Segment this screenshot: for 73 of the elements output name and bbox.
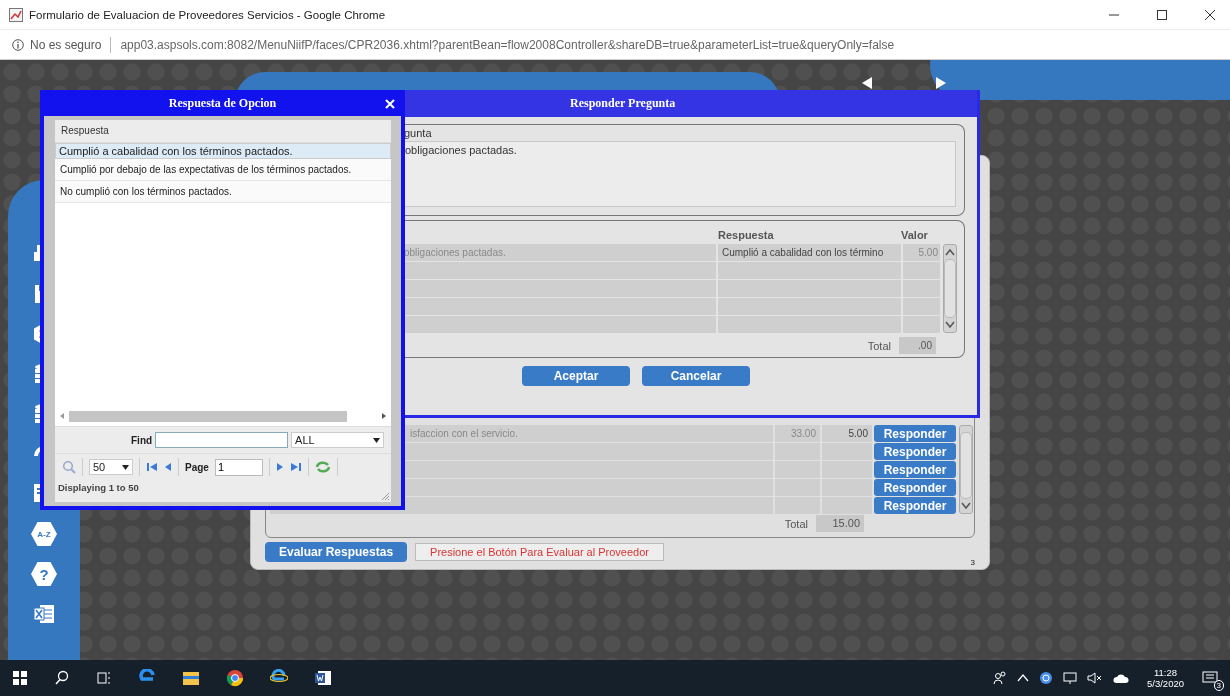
legend-label: gunta (404, 127, 433, 139)
page-size-select[interactable]: 50 (89, 459, 133, 475)
search-icon[interactable] (54, 670, 70, 686)
table-cell: 5.00 (822, 425, 872, 442)
clock[interactable]: 11:28 5/3/2020 (1147, 667, 1184, 689)
table-cell: 33.00 (775, 425, 820, 442)
status-message: Presione el Botón Para Evaluar al Proveedor (415, 543, 664, 561)
table-cell (822, 497, 872, 514)
table-cell: 5.00 (903, 244, 940, 261)
document-app-icon[interactable] (314, 669, 332, 687)
start-icon[interactable] (12, 670, 28, 686)
page-number: 3 (970, 558, 975, 567)
maximize-icon[interactable] (1156, 8, 1168, 21)
respond-button[interactable]: Responder (874, 425, 956, 442)
notifications-icon[interactable] (1202, 670, 1218, 686)
cloud-icon[interactable] (1113, 672, 1129, 684)
next-page-icon[interactable] (275, 461, 284, 473)
task-view-icon[interactable] (96, 670, 112, 686)
respond-button[interactable]: Responder (874, 497, 956, 514)
find-label: Find (131, 434, 153, 446)
previous-page-icon[interactable] (164, 461, 172, 473)
page-icon (9, 7, 23, 22)
sort-button[interactable]: A-Z (31, 522, 57, 546)
option-row[interactable]: Cumplió por debajo de las expectativas de los términos pactados. (55, 159, 391, 181)
find-field[interactable] (155, 432, 289, 448)
accept-button[interactable]: Aceptar (522, 366, 630, 386)
help-button[interactable]: ? (31, 562, 57, 586)
scope-select[interactable]: ALL (291, 432, 385, 448)
table-cell: obligaciones pactadas. (404, 244, 716, 261)
page-label: Page (185, 461, 209, 473)
total-value: 15.00 (816, 515, 864, 532)
page-field[interactable]: 1 (214, 458, 263, 476)
first-page-icon[interactable] (146, 461, 158, 473)
respond-button[interactable]: Responder (874, 461, 956, 478)
table-cell (775, 497, 820, 514)
status-text: Displaying 1 to 50 (55, 480, 391, 502)
info-icon (12, 38, 24, 51)
caret-icon (122, 464, 129, 470)
network-icon[interactable] (1063, 671, 1077, 685)
window-title: Formulario de Evaluacion de Proveedores Servicios - Google Chrome (29, 8, 387, 21)
column-header: Respuesta (55, 120, 391, 143)
url-text[interactable]: app03.aspsols.com:8082/MenuNiifP/faces/CPR2036.xhtml?parentBean=flow2008Controller&shareDB=true&parameterList=true&queryOnly=false (120, 37, 895, 52)
sync-icon[interactable] (1039, 671, 1053, 685)
evaluate-button[interactable]: Evaluar Respuestas (265, 542, 408, 562)
option-row[interactable]: Cumplió a cabalidad con los términos pactados. (55, 143, 391, 159)
speaker-muted-icon[interactable] (1087, 671, 1103, 685)
scrollbar[interactable] (943, 244, 957, 333)
chevron-down-icon[interactable] (961, 502, 971, 510)
respond-button[interactable]: Responder (874, 479, 956, 496)
security-label: No es seguro (30, 37, 102, 52)
respond-button[interactable]: Responder (874, 443, 956, 460)
chevron-down-icon[interactable] (945, 321, 955, 329)
total-label: Total (784, 517, 808, 530)
dialog-title: Respuesta de Opcion (168, 95, 277, 111)
table-cell: Cumplió a cabalidad con los término (718, 244, 901, 261)
close-icon[interactable] (1204, 8, 1216, 21)
scroll-left-icon[interactable] (59, 412, 65, 420)
folder-icon[interactable] (182, 669, 200, 687)
scroll-right-icon[interactable] (381, 412, 387, 420)
scrollbar[interactable] (959, 425, 973, 514)
notification-count: 3 (1213, 680, 1224, 691)
column-header: Respuesta (718, 229, 775, 243)
question-text-area[interactable]: obligaciones pactadas. (404, 141, 956, 207)
cancel-button[interactable]: Cancelar (642, 366, 750, 386)
total-label: Total (867, 339, 891, 352)
last-page-icon[interactable] (289, 461, 302, 473)
column-header: Valor (901, 229, 929, 243)
total-value: .00 (899, 337, 936, 354)
option-row[interactable]: No cumplió con los términos pactados. (55, 181, 391, 203)
people-icon[interactable] (993, 671, 1007, 685)
round-browser-icon[interactable] (226, 669, 244, 687)
resize-grip-icon[interactable] (380, 491, 390, 501)
spreadsheet-icon[interactable] (32, 602, 56, 626)
